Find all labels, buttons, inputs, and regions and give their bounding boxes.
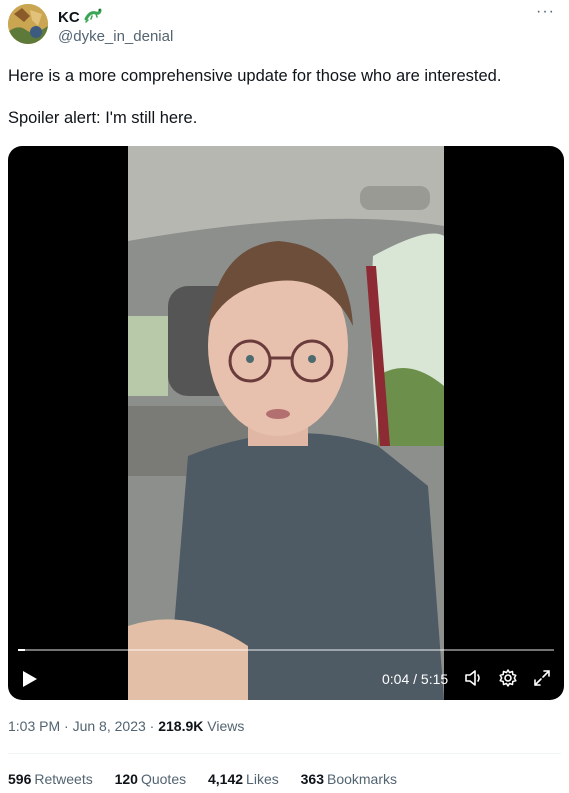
retweets-label: Retweets	[34, 771, 93, 787]
author-handle[interactable]: @dyke_in_denial	[58, 28, 173, 45]
more-options-icon[interactable]: ···	[536, 4, 555, 20]
quotes-stat[interactable]: 120 Quotes	[115, 771, 187, 787]
tweet-date[interactable]: Jun 8, 2023	[73, 718, 146, 734]
tweet-text: Here is a more comprehensive update for …	[8, 66, 558, 129]
likes-count: 4,142	[208, 771, 244, 787]
video-progress-bar[interactable]	[18, 649, 554, 651]
fullscreen-icon[interactable]	[532, 668, 552, 693]
tweet-text-line: Spoiler alert: I'm still here.	[8, 109, 198, 127]
avatar[interactable]	[8, 4, 48, 44]
author-names: KC @dyke_in_denial	[58, 7, 173, 45]
lizard-emoji-icon	[84, 7, 102, 28]
views-label: Views	[207, 718, 245, 734]
video-time-display: 0:04 / 5:15	[382, 671, 449, 687]
likes-label: Likes	[246, 771, 279, 787]
tweet-time[interactable]: 1:03 PM	[8, 718, 60, 734]
bookmarks-count: 363	[300, 771, 324, 787]
tweet-stats: 596 Retweets 120 Quotes 4,142 Likes 363 Book…	[8, 771, 415, 787]
settings-gear-icon[interactable]	[498, 668, 518, 693]
bookmarks-stat[interactable]: 363 Bookmarks	[301, 771, 397, 787]
tweet-meta: 1:03 PM · Jun 8, 2023 · 218.9K Views	[8, 718, 245, 734]
volume-icon[interactable]	[464, 668, 484, 693]
retweets-stat[interactable]: 596 Retweets	[8, 771, 93, 787]
author-display-name[interactable]: KC	[58, 9, 80, 26]
video-progress-fill	[18, 649, 25, 651]
likes-stat[interactable]: 4,142 Likes	[208, 771, 279, 787]
play-icon[interactable]	[22, 670, 38, 693]
tweet-header: KC @dyke_in_denial ···	[8, 4, 561, 48]
video-player[interactable]: 0:04 / 5:15	[8, 146, 564, 700]
quotes-count: 120	[114, 771, 138, 787]
video-controls: 0:04 / 5:15	[8, 658, 564, 698]
tweet-text-line: Here is a more comprehensive update for …	[8, 67, 502, 85]
video-frame	[128, 146, 444, 700]
divider	[8, 753, 561, 754]
bookmarks-label: Bookmarks	[326, 771, 398, 787]
retweets-count: 596	[8, 771, 32, 787]
quotes-label: Quotes	[140, 771, 187, 787]
views-count: 218.9K	[158, 718, 204, 734]
